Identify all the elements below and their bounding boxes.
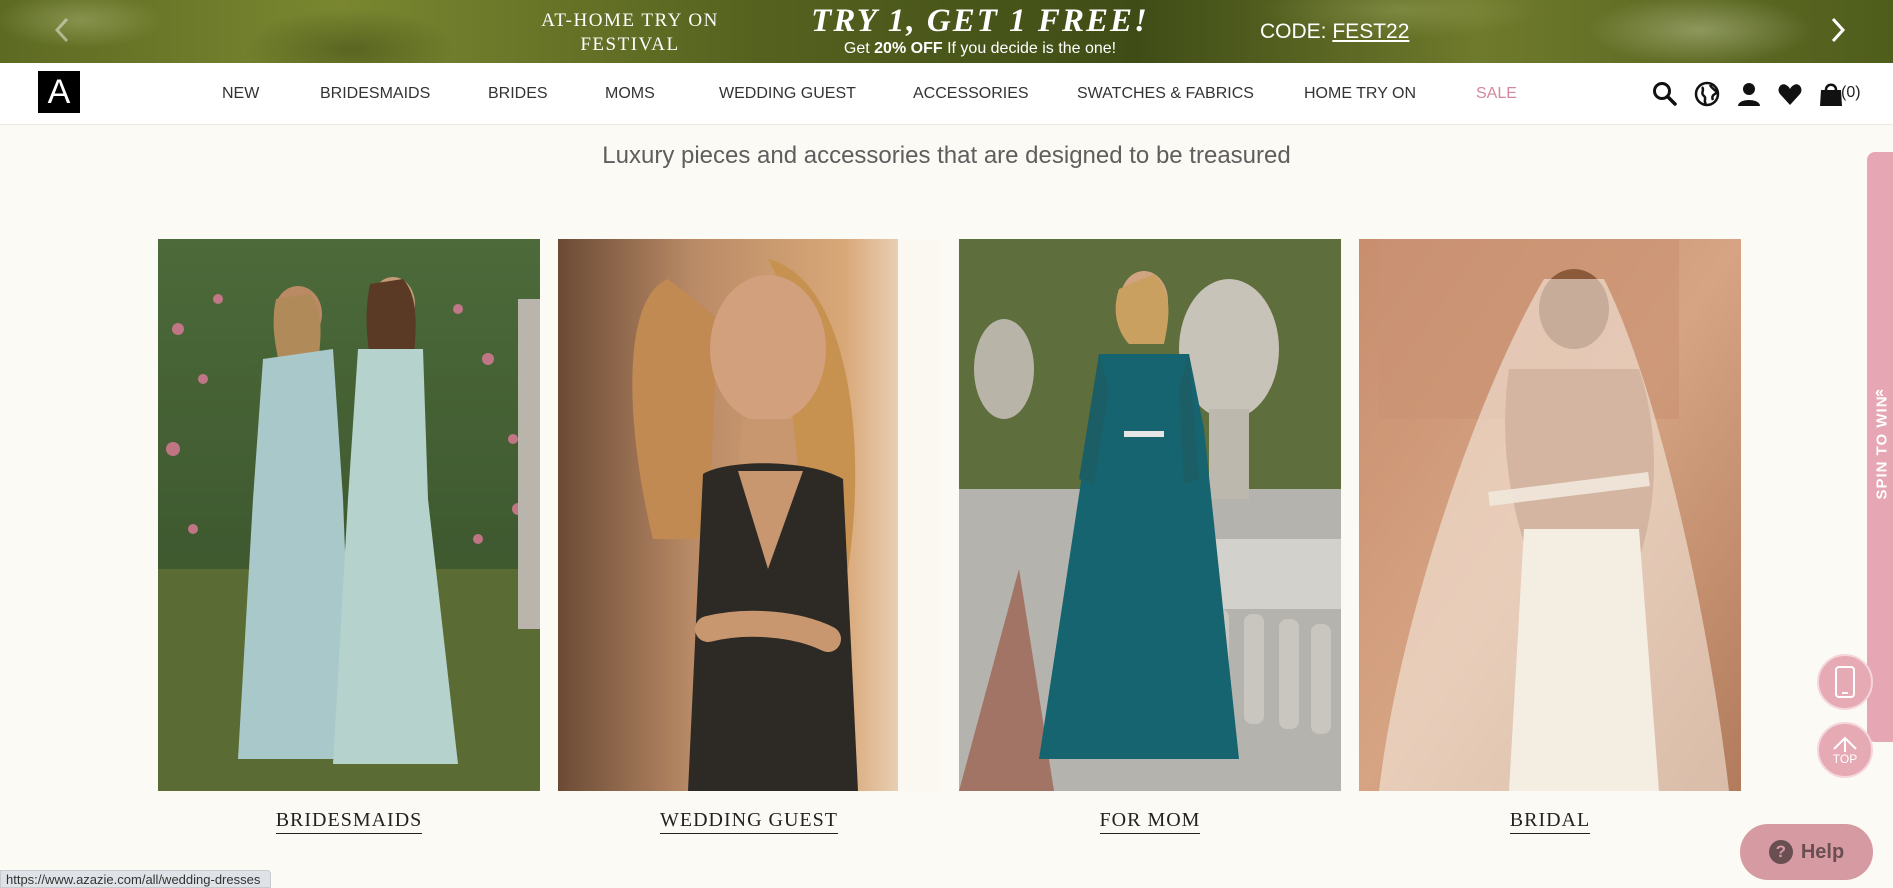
account-icon[interactable]	[1736, 81, 1762, 107]
main-nav: A NEW BRIDESMAIDS BRIDES MOMS WEDDING GU…	[0, 63, 1893, 125]
chevron-right-icon	[1831, 17, 1846, 43]
question-icon: ?	[1768, 840, 1793, 864]
heart-icon[interactable]	[1777, 81, 1803, 107]
help-label: Help	[1800, 840, 1845, 863]
card-label-wedding-guest[interactable]: WEDDING GUEST	[558, 809, 940, 834]
card-label-bridal-text[interactable]: BRIDAL	[1509, 809, 1591, 834]
nav-item-accessories[interactable]: ACCESSORIES	[913, 85, 1029, 103]
card-label-bridesmaids[interactable]: BRIDESMAIDS	[158, 809, 540, 834]
card-label-wedding-guest-text[interactable]: WEDDING GUEST	[660, 809, 838, 834]
spin-to-win-tab[interactable]: « SPIN TO WIN	[1867, 152, 1893, 742]
nav-item-moms[interactable]: MOMS	[605, 85, 655, 103]
home-try-on-festival: AT-HOME TRY ON FESTIVAL	[520, 9, 740, 57]
home-try-line-2: FESTIVAL	[580, 34, 680, 55]
for-mom-photo	[959, 239, 1341, 791]
banner-next-arrow[interactable]	[1820, 12, 1856, 48]
status-bar-url: https://www.azazie.com/all/wedding-dress…	[0, 870, 272, 888]
card-label-bridal[interactable]: BRIDAL	[1359, 809, 1741, 834]
cart-count[interactable]: (0)	[1841, 84, 1861, 102]
card-for-mom-image[interactable]	[959, 239, 1341, 791]
page-tagline: Luxury pieces and accessories that are d…	[602, 142, 1291, 169]
nav-item-bridesmaids[interactable]: BRIDESMAIDS	[320, 85, 430, 103]
card-wedding-guest-image[interactable]	[558, 239, 940, 791]
nav-item-wedding-guest[interactable]: WEDDING GUEST	[719, 85, 856, 103]
card-bridesmaids-image[interactable]	[158, 239, 540, 791]
nav-item-new[interactable]: NEW	[222, 85, 259, 103]
bridal-photo	[1359, 239, 1741, 791]
promo-sub-discount: 20% OFF	[874, 40, 943, 57]
globe-icon[interactable]	[1694, 81, 1720, 107]
promo-headline: TRY 1, GET 1 FREE!	[811, 3, 1149, 39]
card-label-for-mom-text[interactable]: FOR MOM	[1099, 809, 1201, 834]
nav-item-swatches-fabrics[interactable]: SWATCHES & FABRICS	[1077, 85, 1254, 103]
promo-subtext: Get 20% OFF If you decide is the one!	[770, 40, 1190, 58]
nav-item-brides[interactable]: BRIDES	[488, 85, 548, 103]
bridesmaids-photo	[158, 239, 540, 791]
promo-code-label: CODE:	[1260, 20, 1327, 43]
back-to-top-button[interactable]: TOP	[1817, 722, 1873, 778]
home-try-line-1: AT-HOME TRY ON	[541, 10, 719, 31]
azazie-logo[interactable]: A	[38, 71, 80, 113]
arrow-up-icon	[1833, 736, 1857, 752]
back-to-top-label: TOP	[1832, 752, 1858, 766]
promo-banner[interactable]: AT-HOME TRY ON FESTIVAL TRY 1, GET 1 FRE…	[0, 0, 1893, 63]
promo-code: CODE: FEST22	[1260, 20, 1409, 44]
logo-letter: A	[47, 72, 71, 111]
mobile-app-button[interactable]	[1817, 654, 1873, 710]
spin-to-win-label: SPIN TO WIN	[1873, 394, 1891, 500]
card-label-bridesmaids-text[interactable]: BRIDESMAIDS	[275, 809, 423, 834]
search-icon[interactable]	[1652, 81, 1678, 107]
wedding-guest-photo	[558, 239, 940, 791]
nav-item-sale[interactable]: SALE	[1476, 85, 1517, 103]
promo-code-value[interactable]: FEST22	[1332, 20, 1409, 43]
banner-prev-arrow[interactable]	[44, 12, 80, 48]
nav-item-home-try-on[interactable]: HOME TRY ON	[1304, 85, 1416, 103]
promo-sub-suffix: If you decide is the one!	[947, 40, 1117, 57]
promo-sub-prefix: Get	[843, 40, 870, 57]
card-bridal-image[interactable]	[1359, 239, 1741, 791]
help-button[interactable]: ? Help	[1740, 824, 1873, 880]
phone-icon	[1835, 666, 1855, 698]
card-label-for-mom[interactable]: FOR MOM	[959, 809, 1341, 834]
spin-to-win-text-wrap: SPIN TO WIN	[1867, 152, 1893, 742]
chevron-left-icon	[54, 17, 69, 43]
